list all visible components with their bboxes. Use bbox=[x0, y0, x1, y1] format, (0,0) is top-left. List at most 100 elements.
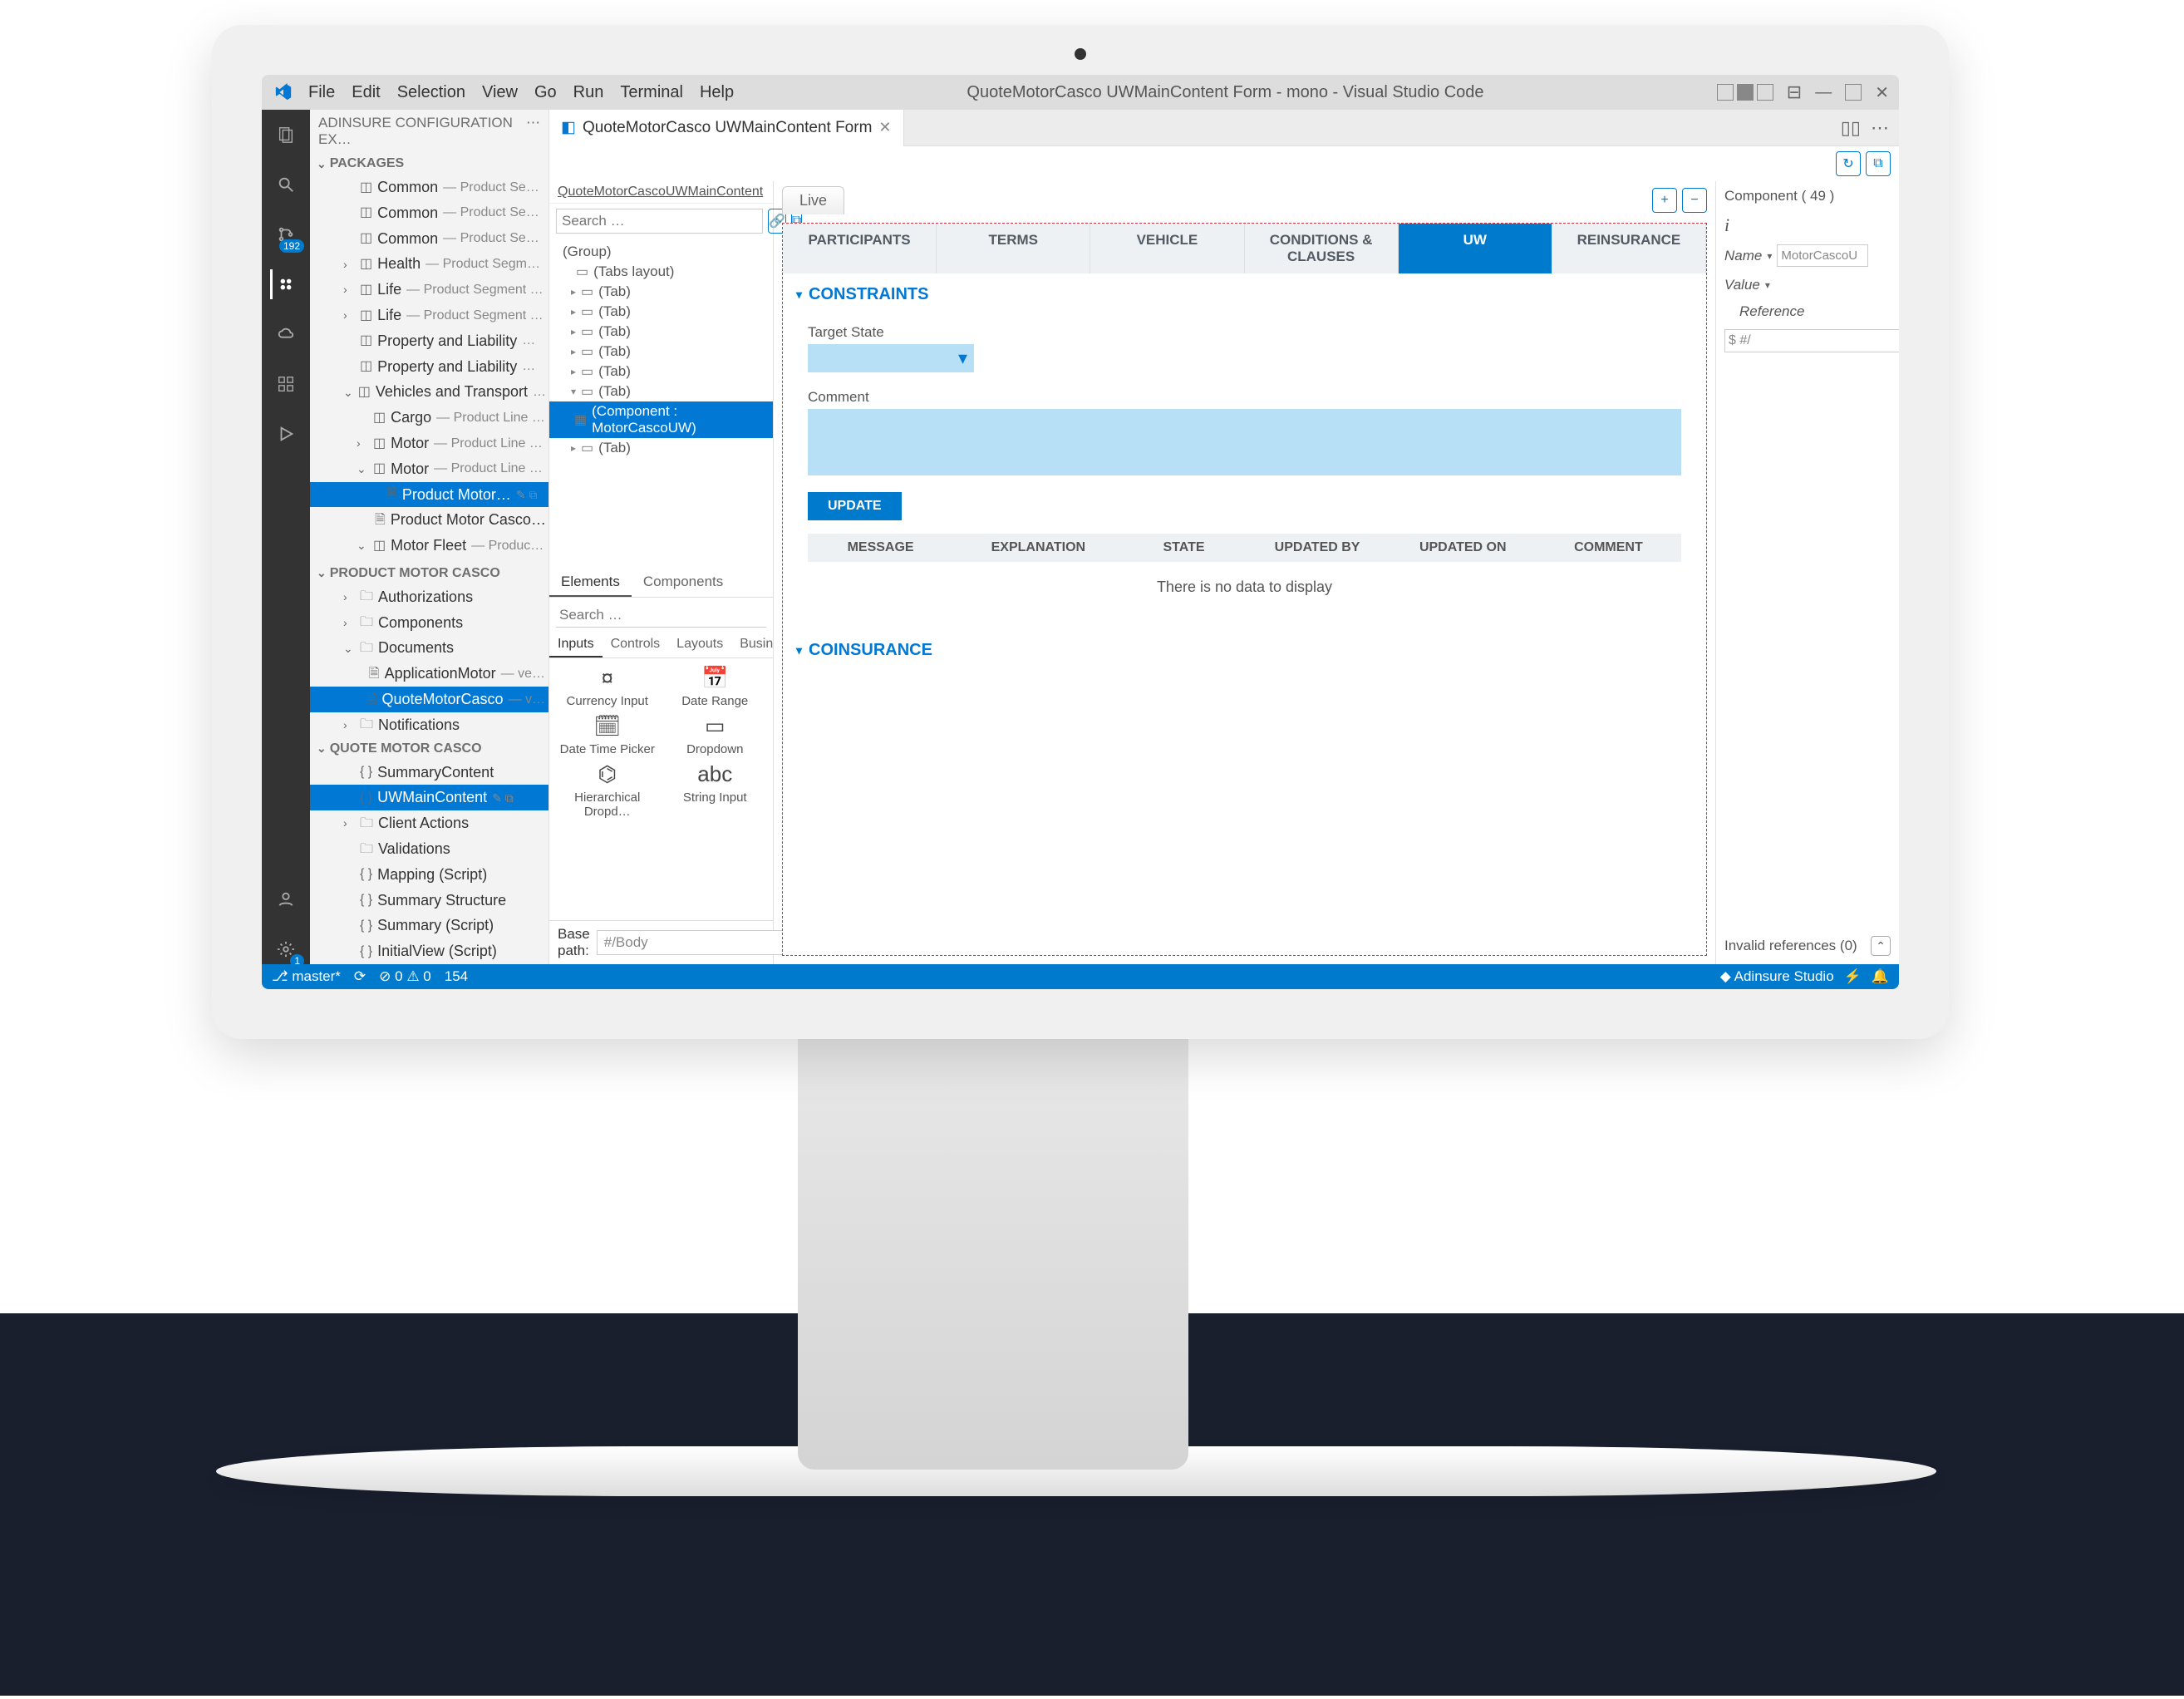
palette-item[interactable]: 🗓Date Time Picker bbox=[556, 713, 659, 756]
tree-item[interactable]: ◫Common — Product Se… bbox=[310, 175, 548, 200]
editor-tab[interactable]: ◧ QuoteMotorCasco UWMainContent Form ✕ bbox=[549, 110, 904, 146]
layout-icons[interactable] bbox=[1717, 84, 1773, 101]
tab-reinsurance[interactable]: REINSURANCE bbox=[1552, 224, 1706, 273]
scroll-top-icon[interactable]: ⌃ bbox=[1871, 936, 1891, 956]
outline-item[interactable]: ▸ ▭ (Tab) bbox=[556, 438, 766, 458]
menu-file[interactable]: File bbox=[308, 83, 335, 102]
copy-button[interactable]: ⧉ bbox=[1866, 151, 1891, 176]
tree-item[interactable]: ◫Common — Product Se… bbox=[310, 226, 548, 252]
outline-search[interactable] bbox=[556, 209, 763, 234]
outline-item[interactable]: ▸ ▭ (Tab) bbox=[556, 362, 766, 382]
split-icon[interactable]: ▯▯ bbox=[1841, 117, 1861, 139]
tree-item[interactable]: { }Summary (Script) bbox=[310, 913, 548, 938]
subtab-layouts[interactable]: Layouts bbox=[668, 633, 731, 657]
tree-item[interactable]: ◫Common — Product Se… bbox=[310, 200, 548, 226]
outline-item[interactable]: ▦ (Component : MotorCascoUW) bbox=[549, 401, 773, 438]
outline-item[interactable]: ▸ ▭ (Tab) bbox=[556, 322, 766, 342]
menu-run[interactable]: Run bbox=[573, 83, 604, 102]
tree-item[interactable]: ›🗀Authorizations bbox=[310, 584, 548, 610]
live-tab[interactable]: Live bbox=[782, 186, 844, 214]
outline-item[interactable]: ▸ ▭ (Tab) bbox=[556, 302, 766, 322]
tab-terms[interactable]: TERMS bbox=[937, 224, 1090, 273]
tree-item[interactable]: { }UWMainContent ✎ ⧉ bbox=[310, 785, 548, 810]
tree-item[interactable]: { }Summary Structure bbox=[310, 888, 548, 914]
subtab-inputs[interactable]: Inputs bbox=[549, 633, 603, 657]
tree-item[interactable]: ◫Cargo — Product Line … bbox=[310, 405, 548, 431]
feedback-icon[interactable]: ⚡ bbox=[1844, 968, 1862, 985]
tree-item[interactable]: { }InitialView (Script) bbox=[310, 938, 548, 964]
explorer-icon[interactable] bbox=[271, 120, 301, 150]
tree-item[interactable]: ›🗀Client Actions bbox=[310, 810, 548, 836]
outline-item[interactable]: ▾ ▭ (Tab) bbox=[556, 382, 766, 401]
comment-textarea[interactable] bbox=[808, 409, 1681, 475]
settings-icon[interactable]: 1 bbox=[271, 934, 301, 964]
tab-elements[interactable]: Elements bbox=[549, 569, 632, 597]
tab-uw[interactable]: UW bbox=[1399, 224, 1552, 273]
tree-item[interactable]: ›◫Motor — Product Line … bbox=[310, 431, 548, 456]
tree-item[interactable]: ›◫Life — Product Segment … bbox=[310, 303, 548, 328]
tree-item[interactable]: 🗎QuoteMotorCasco — v… bbox=[310, 687, 548, 712]
close-tab-icon[interactable]: ✕ bbox=[878, 119, 891, 136]
remove-button[interactable]: − bbox=[1682, 188, 1707, 213]
tree-item[interactable]: 🗀Validations bbox=[310, 836, 548, 862]
bell-icon[interactable]: 🔔 bbox=[1872, 968, 1889, 985]
adinsure-studio[interactable]: ◆ Adinsure Studio bbox=[1720, 968, 1834, 985]
packages-section[interactable]: ⌄PACKAGES bbox=[310, 153, 548, 175]
tree-item[interactable]: ◫Property and Liability … bbox=[310, 354, 548, 380]
menu-go[interactable]: Go bbox=[534, 83, 557, 102]
qmc-section[interactable]: ⌄QUOTE MOTOR CASCO bbox=[310, 738, 548, 760]
menu-help[interactable]: Help bbox=[700, 83, 734, 102]
name-input[interactable] bbox=[1777, 244, 1868, 267]
palette-item[interactable]: abcString Input bbox=[664, 761, 767, 819]
reference-input[interactable] bbox=[1724, 329, 1899, 352]
tree-item[interactable]: ›🗀Notifications bbox=[310, 712, 548, 738]
account-icon[interactable]: ⊟ bbox=[1787, 81, 1802, 103]
minimize-icon[interactable]: — bbox=[1815, 83, 1832, 102]
subtab-controls[interactable]: Controls bbox=[603, 633, 669, 657]
adinsure-icon[interactable] bbox=[270, 269, 300, 299]
outline-item[interactable]: ▸ ▭ (Tab) bbox=[556, 282, 766, 302]
tree-item[interactable]: ›◫Life — Product Segment … bbox=[310, 277, 548, 303]
breadcrumb[interactable]: QuoteMotorCascoUWMainContent bbox=[549, 181, 773, 204]
info-icon[interactable]: i bbox=[1716, 211, 1899, 239]
tab-more-icon[interactable]: ⋯ bbox=[1871, 117, 1889, 139]
invalid-refs[interactable]: Invalid references (0) ⌃ bbox=[1716, 928, 1899, 964]
sync-icon[interactable]: ⟳ bbox=[354, 968, 366, 985]
subtab-business[interactable]: Business bbox=[731, 633, 773, 657]
tree-item[interactable]: ⌄🗀Documents bbox=[310, 635, 548, 661]
refresh-button[interactable]: ↻ bbox=[1836, 151, 1861, 176]
menu-selection[interactable]: Selection bbox=[397, 83, 465, 102]
search-icon[interactable] bbox=[271, 170, 301, 199]
account-icon[interactable] bbox=[271, 884, 301, 914]
tree-item[interactable]: ⌄◫Vehicles and Transport … bbox=[310, 379, 548, 405]
palette-search[interactable] bbox=[556, 603, 766, 628]
close-icon[interactable]: ✕ bbox=[1875, 82, 1889, 103]
tree-item[interactable]: ◫Property and Liability … bbox=[310, 328, 548, 354]
tree-item[interactable]: 🗎ApplicationMotor — ve… bbox=[310, 661, 548, 687]
source-control-icon[interactable]: 192 bbox=[271, 219, 301, 249]
maximize-icon[interactable] bbox=[1845, 84, 1862, 101]
update-button[interactable]: UPDATE bbox=[808, 492, 902, 520]
tab-vehicle[interactable]: VEHICLE bbox=[1090, 224, 1244, 273]
run-icon[interactable] bbox=[271, 419, 301, 449]
tree-item[interactable]: ⌄◫Motor — Product Line … bbox=[310, 456, 548, 482]
extensions-icon[interactable] bbox=[271, 369, 301, 399]
coinsurance-header[interactable]: ▾COINSURANCE bbox=[783, 629, 1706, 672]
tab-components[interactable]: Components bbox=[632, 569, 735, 597]
tree-item[interactable]: ›🗀Components bbox=[310, 610, 548, 636]
palette-item[interactable]: ⌬Hierarchical Dropd… bbox=[556, 761, 659, 819]
palette-item[interactable]: ¤Currency Input bbox=[556, 665, 659, 708]
branch-indicator[interactable]: ⎇ master* bbox=[272, 968, 341, 985]
tree-item[interactable]: ›◫Health — Product Segm… bbox=[310, 251, 548, 277]
menu-view[interactable]: View bbox=[482, 83, 518, 102]
menu-edit[interactable]: Edit bbox=[352, 83, 380, 102]
target-state-select[interactable]: ▾ bbox=[808, 344, 974, 372]
menu-terminal[interactable]: Terminal bbox=[620, 83, 683, 102]
palette-item[interactable]: ▭Dropdown bbox=[664, 713, 767, 756]
cloud-icon[interactable] bbox=[271, 319, 301, 349]
tree-item[interactable]: 🗎Product Motor… ✎ ⧉ bbox=[310, 482, 548, 508]
add-button[interactable]: + bbox=[1652, 188, 1677, 213]
tree-item[interactable]: { }SummaryContent bbox=[310, 760, 548, 785]
outline-group[interactable]: (Group) bbox=[556, 242, 766, 262]
more-icon[interactable]: ⋯ bbox=[526, 115, 540, 148]
